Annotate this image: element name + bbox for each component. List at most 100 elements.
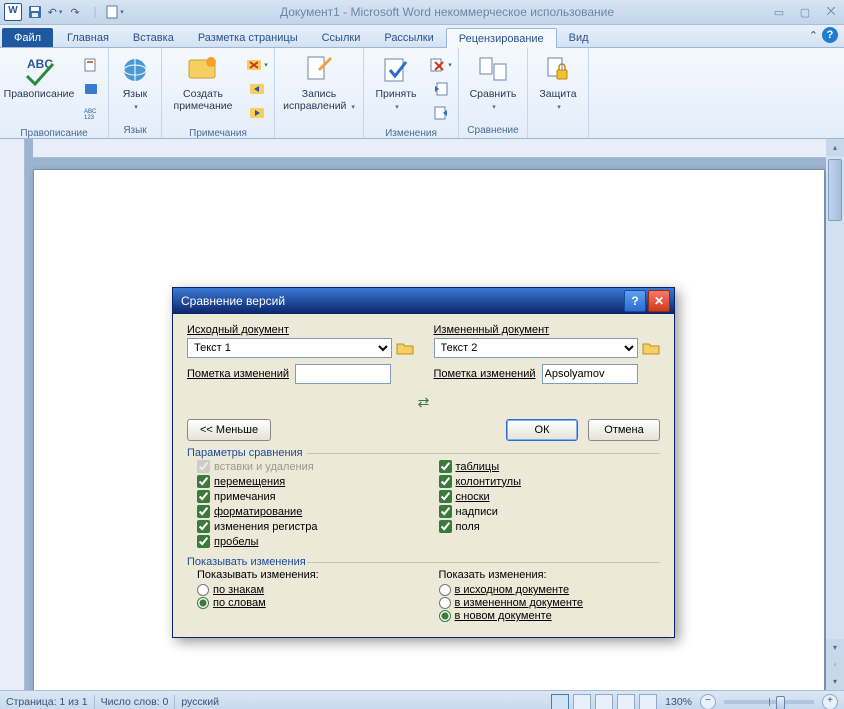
view-draft-icon[interactable] — [639, 694, 657, 709]
delete-comment-icon[interactable]: ▾ — [246, 54, 268, 76]
spelling-button[interactable]: ABC Правописание — [4, 52, 74, 102]
status-page[interactable]: Страница: 1 из 1 — [6, 696, 88, 708]
status-bar: Страница: 1 из 1 Число слов: 0 русский 1… — [0, 690, 844, 709]
scroll-down-icon[interactable]: ▾ — [826, 639, 844, 656]
chk-tables[interactable]: таблицы — [439, 460, 661, 473]
app-icon: W — [4, 3, 22, 21]
browse-prev-icon[interactable]: ◦ — [826, 656, 844, 673]
accept-button[interactable]: Принять▾ — [368, 52, 424, 116]
minimize-icon[interactable]: ▭ — [770, 6, 788, 19]
tab-mailings[interactable]: Рассылки — [372, 28, 445, 47]
undo-icon[interactable]: ↶▾ — [46, 3, 64, 21]
browse-original-icon[interactable] — [396, 340, 414, 356]
tab-file[interactable]: Файл — [2, 28, 53, 47]
chk-whitespace[interactable]: пробелы — [197, 535, 419, 548]
save-icon[interactable] — [26, 3, 44, 21]
language-button[interactable]: Язык▾ — [113, 52, 157, 116]
original-doc-label: Исходный документ — [187, 324, 414, 336]
chk-moves[interactable]: перемещения — [197, 475, 419, 488]
chk-fields[interactable]: поля — [439, 520, 661, 533]
minimize-ribbon-icon[interactable]: ⌃ — [809, 29, 818, 42]
prev-change-icon[interactable] — [430, 78, 452, 100]
chk-footnotes[interactable]: сноски — [439, 490, 661, 503]
title-bar: W ↶▾ ↷ | ▾ Документ1 - Microsoft Word не… — [0, 0, 844, 25]
close-icon[interactable]: ⨉ — [822, 6, 840, 19]
radio-word[interactable]: по словам — [197, 597, 419, 609]
protect-button[interactable]: Защита▾ — [532, 52, 584, 116]
browse-next-icon[interactable]: ▾ — [826, 673, 844, 690]
print-preview-icon[interactable]: ▾ — [106, 3, 124, 21]
ok-button[interactable]: ОК — [506, 419, 578, 441]
research-icon[interactable] — [80, 54, 102, 76]
view-print-layout-icon[interactable] — [551, 694, 569, 709]
tab-references[interactable]: Ссылки — [310, 28, 373, 47]
language-icon — [119, 54, 151, 86]
scrollbar-thumb[interactable] — [828, 159, 842, 221]
marks-revised-input[interactable] — [542, 364, 638, 384]
zoom-in-icon[interactable]: + — [822, 694, 838, 709]
zoom-slider[interactable] — [724, 700, 814, 704]
tab-review[interactable]: Рецензирование — [446, 28, 557, 48]
dialog-titlebar[interactable]: Сравнение версий ? ✕ — [173, 288, 674, 314]
svg-text:123: 123 — [84, 115, 95, 121]
tab-insert[interactable]: Вставка — [121, 28, 186, 47]
ribbon: ABC Правописание ABC123 Правописание Язы… — [0, 48, 844, 139]
ribbon-tabs: Файл Главная Вставка Разметка страницы С… — [0, 25, 844, 48]
radio-original[interactable]: в исходном документе — [439, 584, 661, 596]
zoom-out-icon[interactable]: − — [700, 694, 716, 709]
original-doc-combo[interactable]: Текст 1 — [187, 338, 392, 358]
group-protect: Защита▾ — [528, 48, 589, 138]
radio-char[interactable]: по знакам — [197, 584, 419, 596]
revised-doc-label: Измененный документ — [434, 324, 661, 336]
word-count-icon[interactable]: ABC123 — [80, 102, 102, 124]
redo-icon[interactable]: ↷ — [66, 3, 84, 21]
tab-view[interactable]: Вид — [557, 28, 601, 47]
group-changes: Принять▾ ▾ Изменения — [364, 48, 459, 138]
new-comment-button[interactable]: Создать примечание — [166, 52, 240, 114]
marks-original-input[interactable] — [295, 364, 391, 384]
tab-layout[interactable]: Разметка страницы — [186, 28, 310, 47]
vertical-scrollbar[interactable]: ▴ ▾ ◦ ▾ — [826, 139, 844, 690]
reject-icon[interactable]: ▾ — [430, 54, 452, 76]
chk-textboxes[interactable]: надписи — [439, 505, 661, 518]
track-changes-button[interactable]: Запись исправлений ▾ — [279, 52, 359, 116]
revised-doc-combo[interactable]: Текст 2 — [434, 338, 639, 358]
radio-revised[interactable]: в измененном документе — [439, 597, 661, 609]
cancel-button[interactable]: Отмена — [588, 419, 660, 441]
tab-home[interactable]: Главная — [55, 28, 121, 47]
chk-case[interactable]: изменения регистра — [197, 520, 419, 533]
status-language[interactable]: русский — [181, 696, 219, 708]
group-proofing: ABC Правописание ABC123 Правописание — [0, 48, 109, 138]
thesaurus-icon[interactable] — [80, 78, 102, 100]
vertical-ruler[interactable] — [0, 139, 25, 690]
browse-revised-icon[interactable] — [642, 340, 660, 356]
dialog-close-icon[interactable]: ✕ — [648, 290, 670, 312]
chk-comments[interactable]: примечания — [197, 490, 419, 503]
window-controls: ▭ ▢ ⨉ — [770, 6, 840, 19]
show-at-label: Показать изменения: — [439, 569, 661, 581]
next-change-icon[interactable] — [430, 102, 452, 124]
group-language: Язык▾ Язык — [109, 48, 162, 138]
qat-separator: | — [86, 3, 104, 21]
window-title: Документ1 - Microsoft Word некоммерческо… — [124, 5, 770, 19]
horizontal-ruler[interactable] — [33, 139, 844, 158]
next-comment-icon[interactable] — [246, 102, 268, 124]
chk-headers[interactable]: колонтитулы — [439, 475, 661, 488]
dialog-help-icon[interactable]: ? — [624, 290, 646, 312]
maximize-icon[interactable]: ▢ — [796, 6, 814, 19]
status-words[interactable]: Число слов: 0 — [101, 696, 169, 708]
radio-new[interactable]: в новом документе — [439, 610, 661, 622]
view-reading-icon[interactable] — [573, 694, 591, 709]
compare-icon — [477, 54, 509, 86]
less-button[interactable]: << Меньше — [187, 419, 271, 441]
scroll-up-icon[interactable]: ▴ — [826, 139, 844, 156]
prev-comment-icon[interactable] — [246, 78, 268, 100]
track-changes-icon — [303, 54, 335, 86]
help-icon[interactable]: ? — [822, 27, 838, 43]
view-outline-icon[interactable] — [617, 694, 635, 709]
compare-button[interactable]: Сравнить▾ — [463, 52, 523, 116]
chk-formatting[interactable]: форматирование — [197, 505, 419, 518]
swap-documents-icon[interactable]: ⇄ — [187, 394, 660, 411]
view-web-icon[interactable] — [595, 694, 613, 709]
zoom-level[interactable]: 130% — [665, 696, 692, 708]
